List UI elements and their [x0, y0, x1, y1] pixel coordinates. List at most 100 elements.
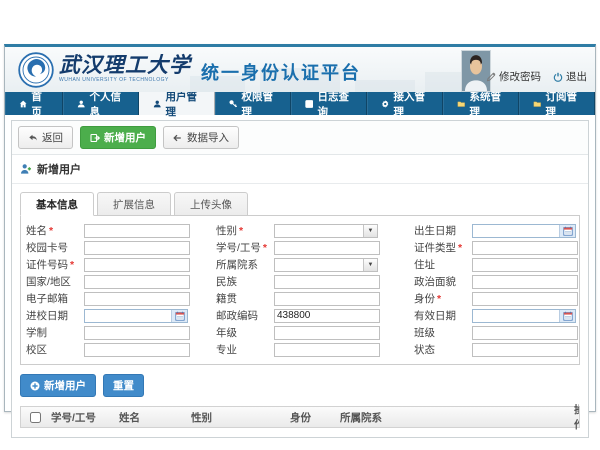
- main-nav: 首页 个人信息 用户管理 权限管理 日志查询 接入管理 系统管理 订阅管理: [5, 92, 595, 115]
- nav-item-subscription-mgmt[interactable]: 订阅管理: [519, 92, 595, 115]
- form-field-grade: 年级: [216, 325, 410, 340]
- change-password-label: 修改密码: [499, 69, 541, 84]
- calendar-icon[interactable]: [559, 225, 575, 237]
- plus-circle-icon: [30, 381, 40, 391]
- form-field-schooling-years: 学制: [26, 325, 212, 340]
- nav-item-access-mgmt[interactable]: 接入管理: [367, 92, 443, 115]
- tab-zone: 基本信息 扩展信息 上传头像 姓名* 性别* ▼ 出生日期: [12, 184, 588, 365]
- campus-card-input[interactable]: [84, 241, 190, 255]
- form-actions: 新增用户 重置: [12, 365, 588, 406]
- submit-add-user-button[interactable]: 新增用户: [20, 374, 96, 397]
- add-user-toolbar-button[interactable]: 新增用户: [80, 126, 156, 149]
- toolbar: 返回 新增用户 数据导入: [12, 121, 588, 155]
- reset-label: 重置: [113, 378, 134, 393]
- tab-basic-info[interactable]: 基本信息: [20, 192, 94, 216]
- field-label: 校园卡号: [26, 240, 84, 255]
- field-label: 身份*: [414, 291, 472, 306]
- required-mark: *: [263, 242, 267, 254]
- select-all-checkbox[interactable]: [30, 412, 41, 423]
- nav-label: 权限管理: [241, 89, 277, 119]
- university-name-en: WUHAN UNIVERSITY OF TECHNOLOGY: [59, 77, 191, 83]
- id-number-input[interactable]: [84, 258, 190, 272]
- form-field-address: 住址: [414, 257, 578, 272]
- form-field-political-status: 政治面貌: [414, 274, 578, 289]
- platform-title: 统一身份认证平台: [201, 59, 361, 85]
- grade-input[interactable]: [274, 326, 380, 340]
- university-logo-icon: [18, 52, 54, 88]
- form-field-class: 班级: [414, 325, 578, 340]
- tab-extended-info[interactable]: 扩展信息: [97, 192, 171, 216]
- field-label: 邮政编码: [216, 308, 274, 323]
- required-mark: *: [70, 259, 74, 271]
- gear-icon: [381, 99, 389, 109]
- name-input[interactable]: [84, 224, 190, 238]
- nav-item-permission-mgmt[interactable]: 权限管理: [215, 92, 291, 115]
- change-password-link[interactable]: 修改密码: [486, 69, 541, 84]
- field-label: 性别*: [216, 223, 274, 238]
- required-mark: *: [458, 242, 462, 254]
- valid-date-input[interactable]: [473, 310, 559, 322]
- pencil-icon: [486, 72, 496, 82]
- nav-item-system-mgmt[interactable]: 系统管理: [443, 92, 519, 115]
- form-field-campus: 校区: [26, 342, 212, 357]
- nav-item-log-query[interactable]: 日志查询: [291, 92, 367, 115]
- nav-item-home[interactable]: 首页: [5, 92, 63, 115]
- reset-button[interactable]: 重置: [103, 374, 144, 397]
- data-import-button[interactable]: 数据导入: [163, 126, 239, 149]
- identity-input[interactable]: [472, 292, 578, 306]
- department-select[interactable]: ▼: [274, 258, 378, 272]
- required-mark: *: [239, 225, 243, 237]
- status-input[interactable]: [472, 343, 578, 357]
- email-input[interactable]: [84, 292, 190, 306]
- schooling-years-input[interactable]: [84, 326, 190, 340]
- field-label: 姓名*: [26, 223, 84, 238]
- id-type-input[interactable]: [472, 241, 578, 255]
- calendar-icon[interactable]: [559, 310, 575, 322]
- home-icon: [19, 99, 27, 109]
- gender-select[interactable]: ▼: [274, 224, 378, 238]
- nav-label: 个人信息: [89, 89, 125, 119]
- nav-label: 接入管理: [393, 89, 429, 119]
- field-label: 进校日期: [26, 308, 84, 323]
- form-field-postal-code: 邮政编码: [216, 308, 410, 323]
- back-button[interactable]: 返回: [18, 126, 73, 149]
- field-label: 住址: [414, 257, 472, 272]
- required-mark: *: [49, 225, 53, 237]
- birth-date-input[interactable]: [473, 225, 559, 237]
- tab-upload-avatar[interactable]: 上传头像: [174, 192, 248, 216]
- address-input[interactable]: [472, 258, 578, 272]
- field-label: 状态: [414, 342, 472, 357]
- nav-item-profile[interactable]: 个人信息: [63, 92, 139, 115]
- political-status-input[interactable]: [472, 275, 578, 289]
- user-plus-icon: [20, 163, 32, 175]
- required-mark: *: [437, 293, 441, 305]
- campus-input[interactable]: [84, 343, 190, 357]
- student-id-input[interactable]: [274, 241, 380, 255]
- folder-icon: [533, 99, 541, 109]
- section-header: 新增用户: [12, 155, 588, 184]
- form-field-major: 专业: [216, 342, 410, 357]
- form-field-country: 国家/地区: [26, 274, 212, 289]
- column-header-gender: 性别: [189, 410, 288, 425]
- form-tabs: 基本信息 扩展信息 上传头像: [20, 192, 580, 216]
- chevron-down-icon[interactable]: ▼: [363, 225, 377, 237]
- logout-link[interactable]: 退出: [553, 69, 587, 84]
- app-window: 武汉理工大学 WUHAN UNIVERSITY OF TECHNOLOGY 统一…: [4, 44, 596, 412]
- field-label: 校区: [26, 342, 84, 357]
- column-header-student-id: 学号/工号: [49, 410, 117, 425]
- form-field-id-type: 证件类型*: [414, 240, 578, 255]
- user-icon: [153, 99, 161, 109]
- calendar-icon[interactable]: [171, 310, 187, 322]
- postal-code-input[interactable]: [274, 309, 380, 323]
- enroll-date-input[interactable]: [85, 310, 171, 322]
- major-input[interactable]: [274, 343, 380, 357]
- ethnicity-input[interactable]: [274, 275, 380, 289]
- chevron-down-icon[interactable]: ▼: [363, 259, 377, 271]
- class-input[interactable]: [472, 326, 578, 340]
- field-label: 出生日期: [414, 223, 472, 238]
- nav-item-user-mgmt[interactable]: 用户管理: [139, 92, 215, 115]
- country-input[interactable]: [84, 275, 190, 289]
- native-place-input[interactable]: [274, 292, 380, 306]
- field-label: 政治面貌: [414, 274, 472, 289]
- column-header-identity: 身份: [288, 410, 338, 425]
